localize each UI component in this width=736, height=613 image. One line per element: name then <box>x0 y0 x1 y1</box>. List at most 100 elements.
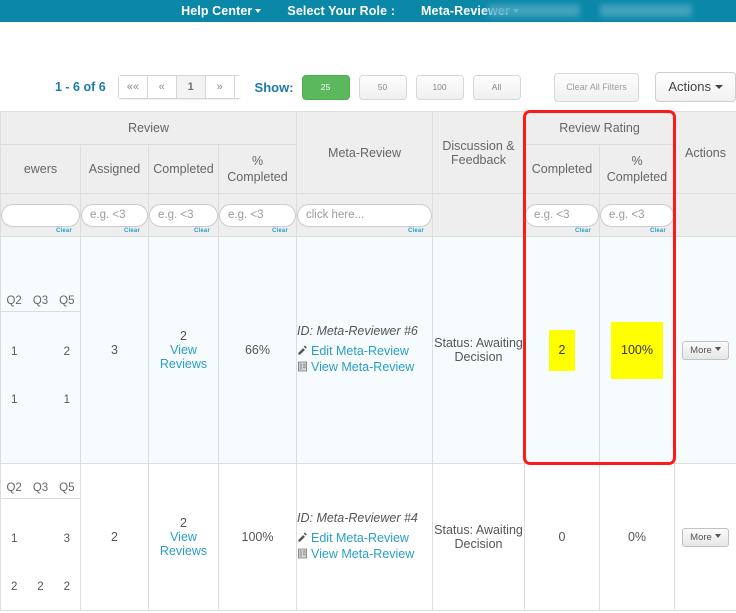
discussion-feedback-line1: Discussion & <box>442 138 515 153</box>
question-spacer-row <box>1 547 80 579</box>
view-meta-review-link[interactable]: View Meta-Review <box>311 360 414 374</box>
redacted-nav-item-2 <box>600 4 692 17</box>
cell-completed: 2 View Reviews <box>148 463 219 611</box>
page-root: Help Center Select Your Role : Meta-Revi… <box>0 0 736 613</box>
redacted-nav-item-1 <box>488 4 580 17</box>
r2-q2-a: 1 <box>10 532 18 545</box>
pager-next-button[interactable]: » <box>204 75 234 99</box>
clear-all-filters-button[interactable]: Clear All Filters <box>553 72 640 102</box>
cell-meta-review: ID: Meta-Reviewer #4 Edit Meta-Review Vi <box>296 463 433 611</box>
edit-meta-review-row[interactable]: Edit Meta-Review <box>297 344 432 358</box>
filter-cell-reviewers: Clear <box>0 193 81 237</box>
nav-help-center-label: Help Center <box>181 3 253 18</box>
page-size-all-button[interactable]: All <box>472 74 521 100</box>
column-header-actions: Actions <box>674 111 736 194</box>
group-header-review-rating: Review Rating <box>524 111 675 145</box>
cell-rr-pct-completed: 100% <box>599 236 675 464</box>
question-value-row: 1 3 <box>1 531 80 547</box>
reviewer-question-grid: Q2 Q3 Q5 1 3 2 2 2 <box>1 479 80 595</box>
edit-meta-review-row[interactable]: Edit Meta-Review <box>297 531 432 545</box>
page-size-100-button[interactable]: 100 <box>415 74 464 100</box>
r1-q2-a: 1 <box>10 345 18 358</box>
column-header-completed[interactable]: Completed <box>148 144 219 194</box>
r1-q3-b <box>27 392 53 408</box>
r2-q3-a <box>27 531 53 547</box>
column-header-assigned[interactable]: Assigned <box>80 144 149 194</box>
filter-clear-rr-completed[interactable]: Clear <box>575 228 591 234</box>
edit-meta-review-link[interactable]: Edit Meta-Review <box>311 531 409 545</box>
view-meta-review-link[interactable]: View Meta-Review <box>311 547 414 561</box>
filter-input-completed[interactable] <box>149 203 218 227</box>
page-size-25-button[interactable]: 25 <box>301 74 350 100</box>
view-reviews-link[interactable]: View Reviews <box>160 343 207 371</box>
filter-cell-assigned: Clear <box>80 193 149 237</box>
pct-completed-line1: % <box>251 154 264 168</box>
view-meta-review-row[interactable]: View Meta-Review <box>297 547 432 561</box>
question-value-row: 1 1 <box>1 392 80 408</box>
more-actions-button[interactable]: More <box>682 340 729 360</box>
nav-help-center[interactable]: Help Center <box>181 3 262 18</box>
filter-cell-completed: Clear <box>148 193 219 237</box>
view-meta-review-row[interactable]: View Meta-Review <box>297 360 432 374</box>
filter-clear-pct-completed[interactable]: Clear <box>272 228 288 234</box>
filter-input-rr-completed[interactable] <box>525 203 599 227</box>
filter-row: Clear Clear Clear Clear Clear Clear <box>0 193 736 237</box>
column-header-discussion-feedback[interactable]: Discussion & Feedback <box>432 111 525 194</box>
column-header-rr-completed[interactable]: Completed <box>524 144 600 194</box>
cell-pct-completed: 100% <box>218 463 297 611</box>
table-row: Q2 Q3 Q5 1 3 2 2 2 2 2 View Reviews 100%… <box>0 463 736 611</box>
column-header-reviewers[interactable]: ewers <box>0 144 81 194</box>
pager-prev-button[interactable]: « <box>146 75 176 99</box>
discussion-status-line2: Decision <box>454 537 503 551</box>
document-icon <box>298 548 307 559</box>
pager-page-1-button[interactable]: 1 <box>175 75 205 99</box>
chevron-down-icon <box>714 347 721 352</box>
view-reviews-link[interactable]: View Reviews <box>160 530 207 558</box>
r1-q5-a: 2 <box>63 345 71 358</box>
filter-clear-reviewers[interactable]: Clear <box>56 228 72 234</box>
r1-q5-b: 1 <box>63 393 71 406</box>
filter-input-pct-completed[interactable] <box>219 203 296 227</box>
column-header-meta-review[interactable]: Meta-Review <box>296 111 433 194</box>
edit-meta-review-link[interactable]: Edit Meta-Review <box>311 344 409 358</box>
filter-clear-assigned[interactable]: Clear <box>124 228 140 234</box>
document-icon <box>298 361 307 372</box>
show-label: Show: <box>254 79 294 95</box>
pagination-controls[interactable]: «« « 1 » »» <box>117 75 241 99</box>
r2-q3-b: 2 <box>37 580 44 593</box>
filter-input-assigned[interactable] <box>81 203 148 227</box>
r2-q2-b: 2 <box>10 580 18 593</box>
column-header-pct-completed[interactable]: % Completed <box>218 144 297 194</box>
r2-q5-a: 3 <box>63 532 71 545</box>
filter-cell-pct-completed: Clear <box>218 193 297 237</box>
filter-clear-completed[interactable]: Clear <box>194 228 210 234</box>
page-size-options: 25 50 100 All <box>301 74 521 100</box>
cell-assigned: 3 <box>80 236 149 464</box>
meta-review-id: ID: Meta-Reviewer #4 <box>297 511 418 525</box>
pager-last-button[interactable]: »» <box>233 75 241 99</box>
filter-clear-meta-review[interactable]: Clear <box>408 228 424 234</box>
question-spacer-row <box>1 498 80 531</box>
pct-completed-line2: Completed <box>227 170 288 184</box>
filter-cell-rr-completed: Clear <box>524 193 600 237</box>
page-size-50-button[interactable]: 50 <box>358 74 407 100</box>
filter-input-meta-review[interactable] <box>297 203 432 227</box>
more-actions-button[interactable]: More <box>682 527 729 547</box>
filter-input-rr-pct-completed[interactable] <box>600 203 674 227</box>
cell-rr-completed: 0 <box>524 463 600 611</box>
edit-icon <box>298 532 307 542</box>
r1-q2-b: 1 <box>10 393 18 406</box>
filter-clear-rr-pct-completed[interactable]: Clear <box>650 228 666 234</box>
cell-actions: More <box>674 463 736 611</box>
filter-input-reviewers[interactable] <box>1 203 80 227</box>
nav-select-your-role-label: Select Your Role : <box>287 3 396 18</box>
r1-q3-a <box>27 344 53 360</box>
column-header-rr-pct-completed[interactable]: % Completed <box>599 144 675 194</box>
more-label: More <box>690 531 712 543</box>
cell-rr-completed: 2 <box>524 236 600 464</box>
pager-first-button[interactable]: «« <box>117 75 147 99</box>
cell-reviewers: Q2 Q3 Q5 1 2 1 1 <box>0 236 81 464</box>
completed-count: 2 <box>180 329 187 343</box>
actions-dropdown-button[interactable]: Actions <box>655 72 736 102</box>
meta-review-id: ID: Meta-Reviewer #6 <box>297 324 418 338</box>
